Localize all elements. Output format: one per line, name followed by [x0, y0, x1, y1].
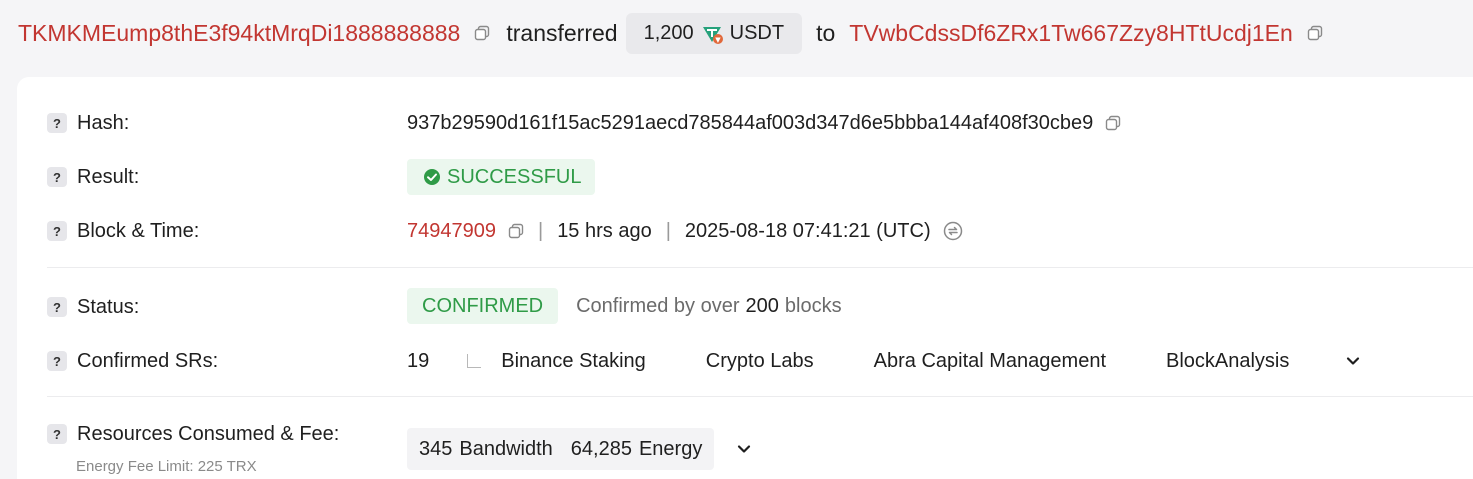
block-datetime: 2025-08-18 07:41:21 (UTC)	[684, 219, 931, 242]
token-symbol: USDT	[729, 21, 785, 44]
block-time-label: Block & Time:	[77, 219, 200, 242]
bandwidth-value: 345	[419, 437, 453, 460]
help-icon[interactable]: ?	[47, 351, 67, 371]
usdt-token-icon: ▼	[700, 21, 724, 45]
sr-name[interactable]: Crypto Labs	[706, 350, 814, 373]
help-icon[interactable]: ?	[47, 424, 67, 444]
confirmed-count: 200	[745, 294, 779, 317]
resources-pill: 345 Bandwidth 64,285 Energy	[407, 428, 715, 470]
copy-icon[interactable]	[474, 25, 490, 41]
result-row: ? Result:	[47, 162, 139, 192]
block-number-link[interactable]: 74947909	[407, 220, 496, 243]
svg-text:▼: ▼	[715, 36, 721, 44]
amount-pill: 1,200 ▼ USDT	[625, 12, 803, 54]
separator: |	[537, 219, 544, 242]
chevron-down-icon[interactable]	[734, 439, 754, 459]
chevron-down-icon[interactable]	[1343, 351, 1363, 371]
separator: |	[665, 219, 671, 242]
energy-label: Energy	[638, 437, 703, 460]
copy-icon[interactable]	[508, 223, 524, 239]
resources-row: ? Resources Consumed & Fee:	[47, 419, 339, 449]
result-value: SUCCESSFUL	[447, 165, 582, 188]
sr-name[interactable]: Binance Staking	[501, 350, 646, 373]
help-icon[interactable]: ?	[47, 113, 67, 133]
block-time-value-group: 74947909 | 15 hrs ago | 2025-08-18 07:41…	[407, 214, 963, 248]
transfer-summary: TKMKMEump8thE3f94ktMrqDi1888888888 trans…	[18, 12, 1339, 54]
transferred-word: transferred	[506, 19, 618, 46]
amount-value: 1,200	[643, 21, 694, 44]
result-value-group: SUCCESSFUL	[407, 159, 596, 195]
sr-name[interactable]: BlockAnalysis	[1166, 350, 1289, 373]
from-address-link[interactable]: TKMKMEump8thE3f94ktMrqDi1888888888	[18, 20, 460, 47]
confirmed-suffix: blocks	[784, 294, 842, 317]
sr-count: 19	[407, 349, 430, 372]
status-label: Status:	[77, 295, 140, 318]
confirmed-srs-row: ? Confirmed SRs:	[47, 346, 218, 376]
status-badge: SUCCESSFUL	[407, 159, 596, 195]
confirmed-prefix: Confirmed by over	[576, 294, 740, 317]
section-divider	[47, 396, 1473, 397]
bandwidth-label: Bandwidth	[459, 437, 553, 460]
tree-branch-icon	[467, 354, 482, 368]
check-circle-icon	[423, 168, 441, 186]
energy-value: 64,285	[570, 437, 632, 460]
hash-value: 937b29590d161f15ac5291aecd785844af003d34…	[407, 111, 1094, 134]
hash-row: ? Hash:	[47, 108, 129, 138]
copy-icon[interactable]	[1307, 25, 1323, 41]
help-icon[interactable]: ?	[47, 221, 67, 241]
block-time-row: ? Block & Time:	[47, 216, 199, 246]
help-icon[interactable]: ?	[47, 297, 67, 317]
sr-name[interactable]: Abra Capital Management	[874, 350, 1106, 373]
resources-value-group: 345 Bandwidth 64,285 Energy	[407, 428, 754, 470]
section-divider	[47, 267, 1473, 268]
status-row: ? Status:	[47, 292, 139, 322]
transaction-details-card: ? Hash: 937b29590d161f15ac5291aecd785844…	[17, 77, 1473, 479]
result-label: Result:	[77, 165, 140, 188]
block-age: 15 hrs ago	[557, 219, 652, 242]
to-address-link[interactable]: TVwbCdssDf6ZRx1Tw667Zzy8HTtUcdj1En	[849, 20, 1293, 47]
to-word: to	[816, 19, 836, 46]
resources-label: Resources Consumed & Fee:	[77, 422, 340, 445]
help-icon[interactable]: ?	[47, 167, 67, 187]
status-badge: CONFIRMED	[407, 288, 559, 324]
convert-time-icon[interactable]	[943, 221, 963, 241]
copy-icon[interactable]	[1105, 115, 1121, 131]
hash-value-group: 937b29590d161f15ac5291aecd785844af003d34…	[407, 106, 1121, 140]
energy-fee-limit: Energy Fee Limit: 225 TRX	[76, 458, 257, 475]
hash-label: Hash:	[77, 111, 130, 134]
confirmed-srs-value-group: 19 Binance Staking Crypto Labs Abra Capi…	[407, 344, 1363, 378]
status-value-group: CONFIRMED Confirmed by over 200 blocks	[407, 288, 842, 324]
confirmed-srs-label: Confirmed SRs:	[77, 349, 219, 372]
